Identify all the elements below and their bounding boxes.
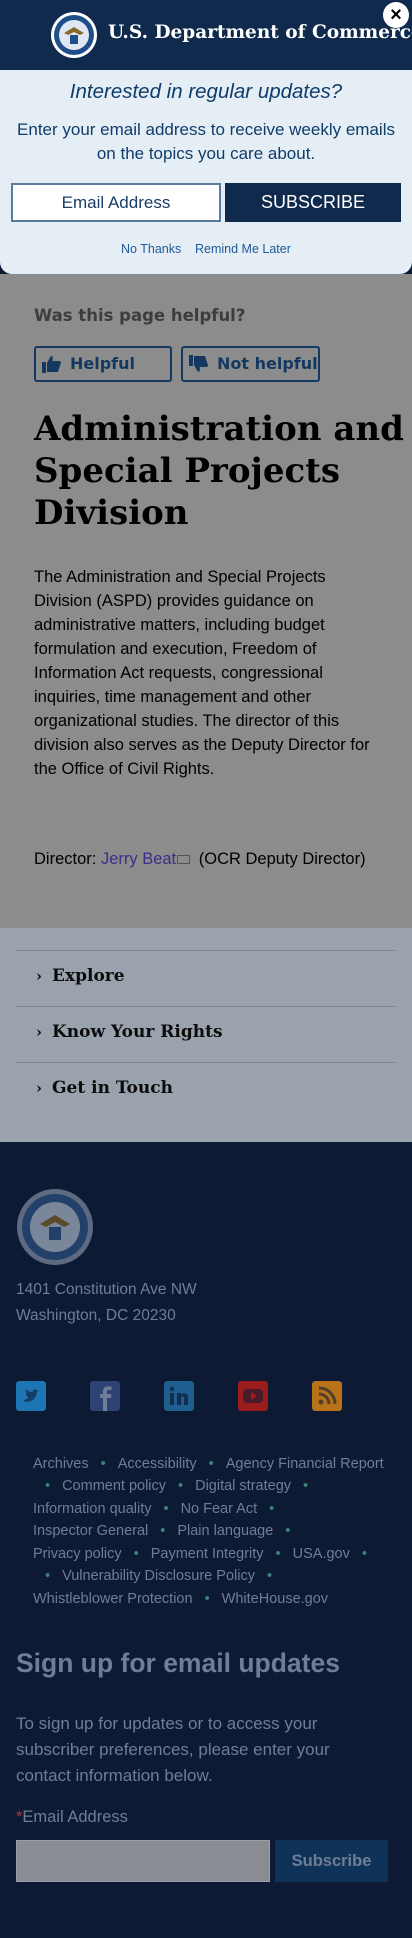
- link-separator: •: [303, 1478, 309, 1494]
- link-plain-language[interactable]: Plain language: [177, 1523, 273, 1539]
- accordion-divider: [16, 1006, 396, 1007]
- link-separator: •: [133, 1546, 139, 1562]
- thumbs-down-icon: [189, 355, 208, 372]
- not-helpful-button[interactable]: Not helpful: [181, 346, 320, 382]
- page-title: Administration and Special Projects Divi…: [34, 409, 404, 533]
- accordion-divider: [16, 950, 396, 951]
- link-separator: •: [269, 1501, 275, 1517]
- link-separator: •: [163, 1501, 169, 1517]
- modal-question: Interested in regular updates?: [69, 80, 343, 103]
- director-label: Director:: [34, 850, 101, 868]
- email-label-text: Email Address: [22, 1808, 128, 1826]
- facebook-icon[interactable]: [90, 1381, 120, 1411]
- link-comment-policy[interactable]: Comment policy: [62, 1478, 166, 1494]
- link-financial-report[interactable]: Agency Financial Report: [226, 1456, 384, 1472]
- director-role: (OCR Deputy Director): [198, 850, 366, 868]
- signup-description: To sign up for updates or to access your…: [16, 1714, 330, 1785]
- chevron-right-icon: ›: [36, 967, 42, 985]
- link-separator: •: [204, 1591, 210, 1607]
- footer-seal-logo[interactable]: [16, 1188, 94, 1266]
- youtube-icon[interactable]: [238, 1381, 268, 1411]
- close-modal-button[interactable]: ×: [383, 2, 409, 28]
- link-archives[interactable]: Archives: [33, 1456, 89, 1472]
- link-separator: •: [160, 1523, 166, 1539]
- footer-email-input[interactable]: [16, 1840, 270, 1882]
- link-separator: •: [275, 1546, 281, 1562]
- link-inspector-general[interactable]: Inspector General: [33, 1523, 148, 1539]
- link-privacy-policy[interactable]: Privacy policy: [33, 1546, 122, 1562]
- page-body-text: The Administration and Special Projects …: [34, 568, 370, 778]
- accordion-label: Get in Touch: [52, 1078, 173, 1098]
- not-helpful-label: Not helpful: [217, 354, 318, 373]
- link-payment-integrity[interactable]: Payment Integrity: [151, 1546, 264, 1562]
- accordion-know-your-rights[interactable]: › Know Your Rights: [36, 1022, 223, 1042]
- site-header: U.S. Department of Commerce ×: [0, 0, 412, 70]
- accordion-divider: [16, 1062, 396, 1063]
- remind-later-link[interactable]: Remind Me Later: [195, 242, 291, 256]
- email-label: *Email Address: [16, 1808, 128, 1827]
- accordion-label: Explore: [52, 966, 125, 986]
- chevron-right-icon: ›: [36, 1079, 42, 1097]
- linkedin-icon[interactable]: [164, 1381, 194, 1411]
- link-no-fear-act[interactable]: No Fear Act: [181, 1501, 258, 1517]
- link-whistleblower[interactable]: Whistleblower Protection: [33, 1591, 193, 1607]
- link-separator: •: [285, 1523, 291, 1539]
- rss-icon[interactable]: [312, 1381, 342, 1411]
- link-usa-gov[interactable]: USA.gov: [293, 1546, 350, 1562]
- feedback-question: Was this page helpful?: [34, 306, 246, 325]
- link-whitehouse-gov[interactable]: WhiteHouse.gov: [222, 1591, 328, 1607]
- link-separator: •: [361, 1546, 367, 1562]
- link-information-quality[interactable]: Information quality: [33, 1501, 151, 1517]
- address-line-2: Washington, DC 20230: [16, 1307, 176, 1324]
- director-name-link[interactable]: Jerry Beat: [101, 850, 176, 868]
- address-line-1: 1401 Constitution Ave NW: [16, 1281, 197, 1298]
- link-separator: •: [266, 1568, 273, 1584]
- accordion-get-in-touch[interactable]: › Get in Touch: [36, 1078, 173, 1098]
- chevron-right-icon: ›: [36, 1023, 42, 1041]
- helpful-button[interactable]: Helpful: [34, 346, 172, 382]
- site-title[interactable]: U.S. Department of Commerce: [108, 22, 412, 43]
- helpful-label: Helpful: [70, 354, 136, 373]
- link-digital-strategy[interactable]: Digital strategy: [195, 1478, 291, 1494]
- director-line: Director: Jerry Beat (OCR Deputy Directo…: [34, 850, 366, 869]
- accordion-label: Know Your Rights: [52, 1022, 223, 1042]
- twitter-icon[interactable]: [16, 1381, 46, 1411]
- link-vulnerability-disclosure[interactable]: Vulnerability Disclosure Policy: [62, 1568, 255, 1584]
- link-separator: •: [178, 1478, 184, 1494]
- link-separator: •: [45, 1478, 51, 1494]
- link-separator: •: [45, 1568, 51, 1584]
- email-signup-modal: Interested in regular updates? Enter you…: [0, 70, 412, 274]
- no-thanks-link[interactable]: No Thanks: [121, 242, 181, 256]
- mail-icon[interactable]: [177, 855, 191, 865]
- accordion-explore[interactable]: › Explore: [36, 966, 125, 986]
- thumbs-up-icon: [42, 356, 61, 373]
- footer-address: 1401 Constitution Ave NW Washington, DC …: [16, 1277, 197, 1329]
- signup-heading: Sign up for email updates: [16, 1648, 340, 1678]
- modal-email-input[interactable]: Email Address: [11, 183, 221, 222]
- link-separator: •: [208, 1456, 214, 1472]
- commerce-seal-logo[interactable]: [50, 11, 98, 59]
- link-separator: •: [100, 1456, 106, 1472]
- footer-subscribe-button[interactable]: Subscribe: [275, 1840, 388, 1882]
- link-accessibility[interactable]: Accessibility: [118, 1456, 197, 1472]
- modal-subscribe-button[interactable]: SUBSCRIBE: [225, 183, 401, 222]
- modal-subtitle: Enter your email address to receive week…: [17, 120, 395, 163]
